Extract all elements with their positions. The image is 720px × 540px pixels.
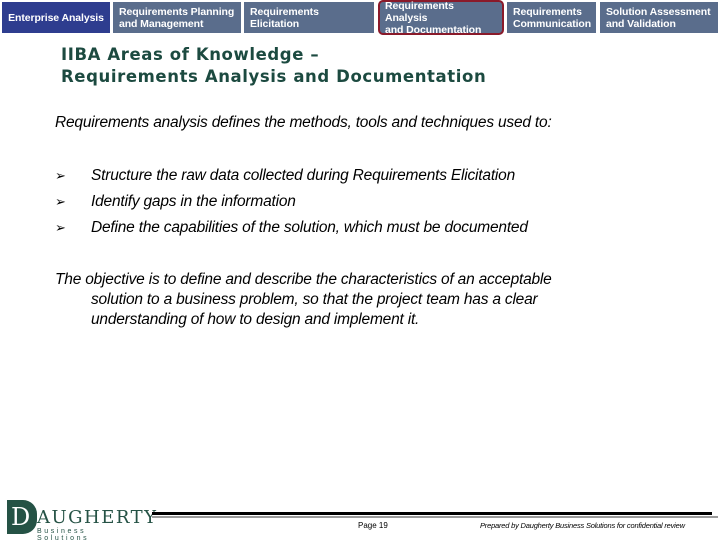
footer-divider-shadow (152, 516, 718, 518)
logo-mark: D (7, 500, 37, 534)
objective-line: The objective is to define and describe … (55, 271, 552, 288)
tab-label: Requirements Planning (119, 5, 235, 18)
objective-paragraph: The objective is to define and describe … (55, 270, 675, 330)
title-line-1: IIBA Areas of Knowledge – (61, 45, 320, 64)
knowledge-area-nav: Enterprise Analysis Requirements Plannin… (0, 0, 720, 36)
daugherty-logo: D AUGHERTY Business Solutions (7, 500, 156, 540)
confidentiality-note: Prepared by Daugherty Business Solutions… (480, 521, 685, 530)
tab-label: Requirements Analysis (385, 0, 454, 24)
objective-line: solution to a business problem, so that … (91, 291, 538, 308)
list-item: ➢ Structure the raw data collected durin… (55, 166, 528, 192)
tab-requirements-planning[interactable]: Requirements Planning and Management (113, 2, 241, 33)
tab-requirements-elicitation[interactable]: Requirements Elicitation (244, 2, 374, 33)
objective-line: understanding of how to design and imple… (91, 311, 420, 328)
footer-divider (152, 512, 712, 515)
list-item: ➢ Define the capabilities of the solutio… (55, 218, 528, 244)
tab-label: Enterprise Analysis (8, 11, 104, 24)
bullet-text: Define the capabilities of the solution,… (91, 219, 528, 236)
page-title: IIBA Areas of Knowledge – Requirements A… (61, 44, 486, 88)
bullet-text: Structure the raw data collected during … (91, 167, 516, 184)
bullet-text: Identify gaps in the information (91, 193, 296, 210)
tab-label: and Documentation (385, 23, 482, 36)
tab-label: Solution Assessment (606, 5, 711, 18)
tab-label: Communication (513, 17, 592, 30)
arrow-bullet-icon: ➢ (55, 194, 66, 209)
bullet-list: ➢ Structure the raw data collected durin… (55, 166, 528, 244)
arrow-bullet-icon: ➢ (55, 168, 66, 183)
tab-solution-assessment[interactable]: Solution Assessment and Validation (600, 2, 718, 33)
tab-enterprise-analysis[interactable]: Enterprise Analysis (2, 2, 110, 33)
logo-wordmark: AUGHERTY (37, 507, 158, 528)
tab-requirements-analysis[interactable]: Requirements Analysis and Documentation (378, 0, 504, 36)
tab-label: and Management (119, 17, 204, 30)
arrow-bullet-icon: ➢ (55, 220, 66, 235)
tab-label: Requirements Elicitation (250, 5, 319, 30)
list-item: ➢ Identify gaps in the information (55, 192, 528, 218)
tab-label: Requirements (513, 5, 582, 18)
intro-text: Requirements analysis defines the method… (55, 114, 552, 131)
tab-requirements-communication[interactable]: Requirements Communication (507, 2, 596, 33)
page-number: Page 19 (358, 521, 388, 530)
tab-label: and Validation (606, 17, 676, 30)
title-line-2: Requirements Analysis and Documentation (61, 67, 487, 86)
logo-tagline: Business Solutions (37, 528, 90, 540)
